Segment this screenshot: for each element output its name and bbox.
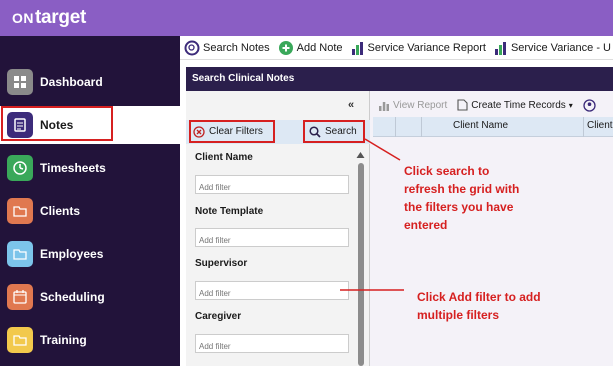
view-report-button[interactable]: View Report: [373, 99, 452, 111]
sidebar-item-label: Scheduling: [40, 290, 105, 304]
plus-circle-icon: [278, 40, 293, 55]
supervisor-filter-input[interactable]: [195, 281, 349, 300]
clear-filters-button[interactable]: Clear Filters: [190, 121, 273, 142]
bar-chart-icon: [351, 41, 363, 55]
scroll-up-arrow-icon[interactable]: [356, 151, 365, 159]
document-icon: [457, 99, 468, 111]
sidebar-item-dashboard[interactable]: Dashboard: [0, 63, 180, 101]
sidebar-item-label: Timesheets: [40, 161, 106, 175]
client-name-filter-input[interactable]: [195, 175, 349, 194]
add-filter-annotation: Click Add filter to add multiple filters: [417, 290, 541, 322]
sidebar-item-training[interactable]: Training: [0, 321, 180, 359]
add-note-button[interactable]: Add Note: [274, 40, 347, 56]
bar-chart-icon: [494, 41, 506, 55]
sidebar-item-label: Dashboard: [40, 75, 103, 89]
sidebar: Dashboard Notes Timesheets Clients Emplo…: [0, 36, 180, 366]
sidebar-item-clients[interactable]: Clients: [0, 192, 180, 230]
dashboard-icon: [7, 69, 33, 95]
grid-toolbar: View Report Create Time Records ▾: [373, 93, 613, 117]
create-time-records-button[interactable]: Create Time Records ▾: [452, 99, 578, 111]
sidebar-item-scheduling[interactable]: Scheduling: [0, 278, 180, 316]
search-icon: [184, 40, 200, 55]
client-name-label: Client Name: [195, 152, 253, 163]
sidebar-item-label: Notes: [40, 118, 74, 132]
folder-icon: [7, 327, 33, 353]
calendar-icon: [7, 284, 33, 310]
column-header-client-name[interactable]: Client Name: [453, 120, 508, 131]
clear-circle-icon: [193, 125, 205, 138]
service-variance-u-button[interactable]: Service Variance - U: [490, 41, 613, 55]
column-divider: [583, 117, 584, 137]
supervisor-label: Supervisor: [195, 258, 248, 269]
folder-icon: [7, 241, 33, 267]
grid-header: Client Name Client: [373, 117, 613, 137]
notes-icon: [7, 112, 33, 138]
collapse-panel-button[interactable]: «: [348, 99, 354, 111]
search-button[interactable]: Search: [304, 121, 363, 142]
service-variance-report-button[interactable]: Service Variance Report: [347, 41, 490, 55]
column-divider: [421, 117, 422, 137]
sidebar-item-label: Employees: [40, 247, 104, 261]
panel-title: Search Clinical Notes: [186, 67, 613, 91]
top-toolbar: Search Notes Add Note Service Variance R…: [180, 36, 613, 60]
note-template-label: Note Template: [195, 206, 264, 217]
search-notes-button[interactable]: Search Notes: [180, 40, 274, 56]
magnifier-icon: [309, 125, 321, 138]
caregiver-label: Caregiver: [195, 311, 242, 322]
filter-scrollbar[interactable]: [356, 151, 365, 366]
caregiver-filter-input[interactable]: [195, 334, 349, 353]
folder-icon: [7, 198, 33, 224]
bar-chart-icon: [379, 102, 389, 111]
sidebar-item-notes[interactable]: Notes: [0, 106, 180, 144]
sidebar-item-timesheets[interactable]: Timesheets: [0, 149, 180, 187]
chevron-down-icon: ▾: [568, 100, 573, 110]
sidebar-item-label: Clients: [40, 204, 81, 218]
note-template-filter-input[interactable]: [195, 228, 349, 247]
search-annotation: Click search to refresh the grid with th…: [404, 164, 520, 232]
app-header: ONtarget: [0, 0, 613, 36]
sidebar-item-label: Training: [40, 333, 87, 347]
ontarget-logo[interactable]: ONtarget: [12, 7, 86, 29]
sidebar-item-employees[interactable]: Employees: [0, 235, 180, 273]
user-options-button[interactable]: [578, 98, 604, 112]
column-header-client[interactable]: Client: [587, 120, 613, 131]
column-divider: [395, 117, 396, 137]
clock-icon: [7, 155, 33, 181]
user-circle-icon: [583, 98, 596, 112]
scrollbar-thumb[interactable]: [358, 163, 364, 366]
